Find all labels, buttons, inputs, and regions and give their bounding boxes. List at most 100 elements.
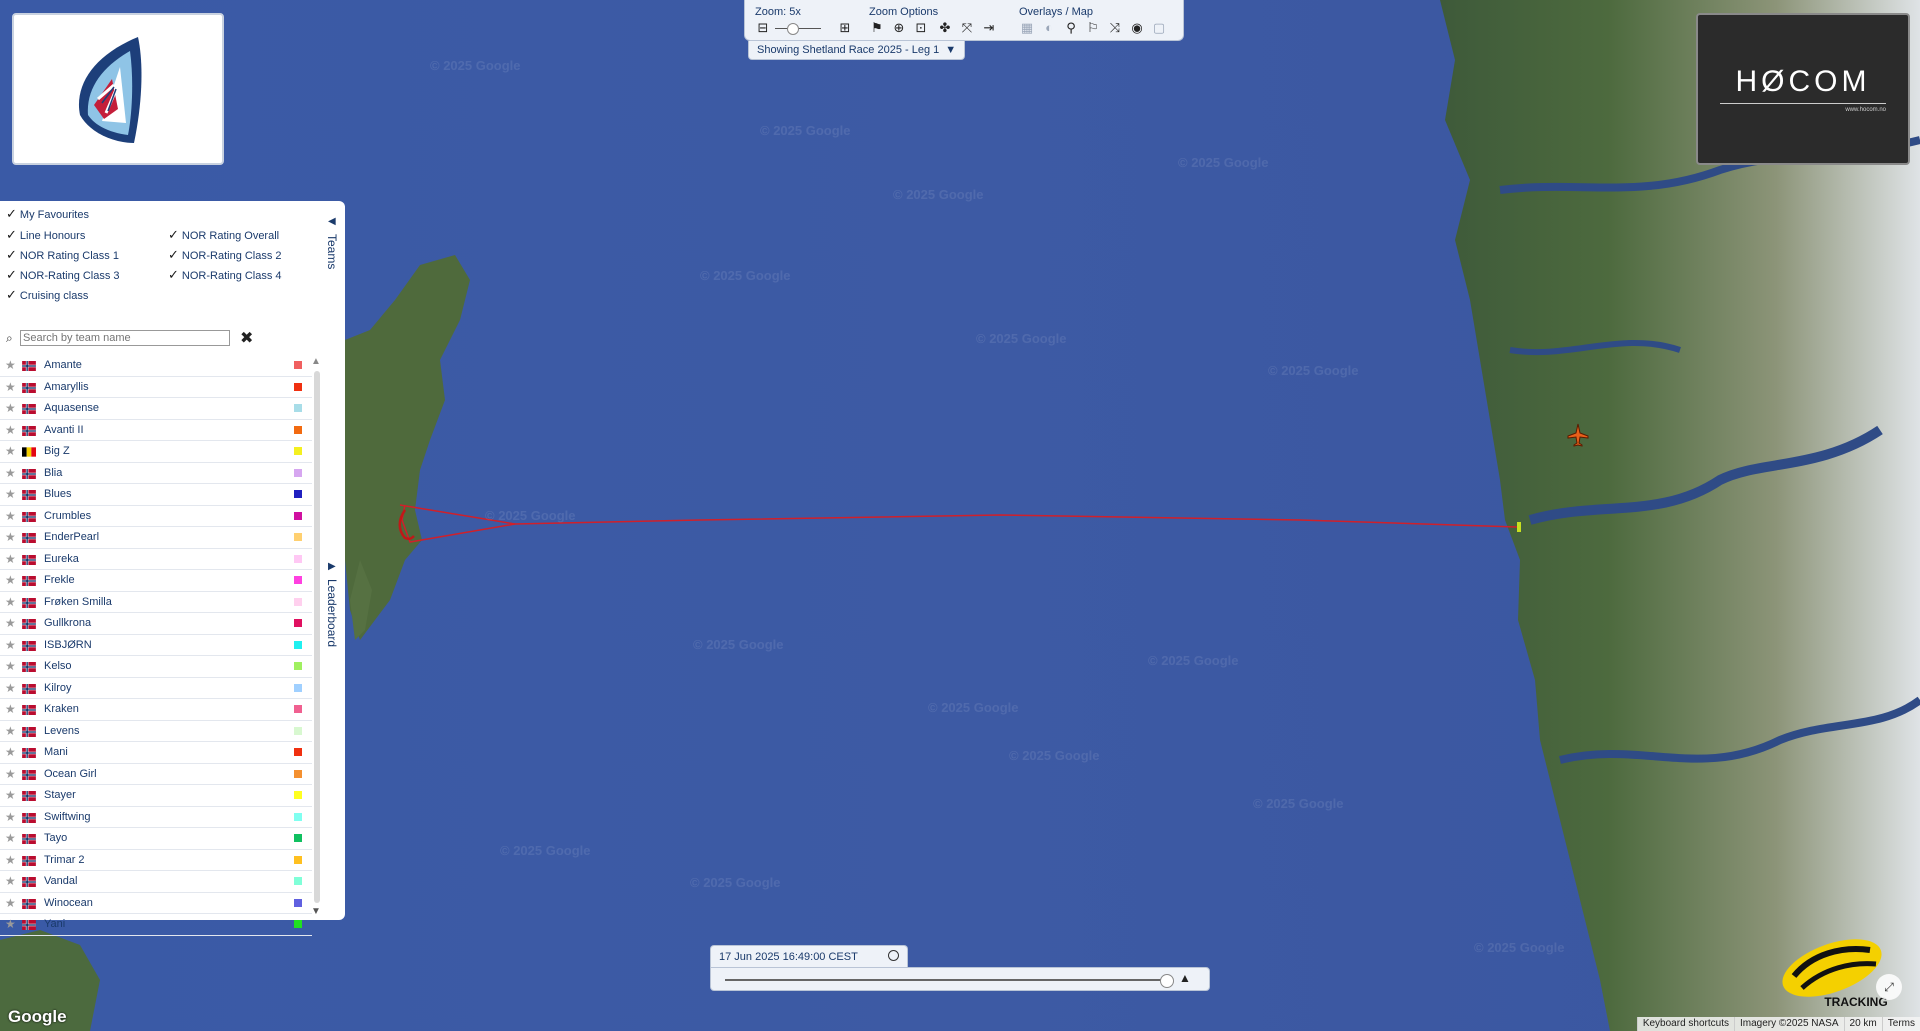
team-row[interactable]: ★ Vandal [0,871,312,893]
shuffle-icon[interactable]: ⤨ [1107,20,1123,36]
zoom-slider-handle[interactable] [787,23,799,35]
zoom-in-box-icon[interactable]: ⊕ [891,20,907,36]
star-icon[interactable]: ★ [5,401,16,415]
team-name[interactable]: Avanti II [44,424,84,436]
race-select[interactable]: Showing Shetland Race 2025 - Leg 1 ▼ [748,41,966,60]
team-name[interactable]: Mani [44,746,68,758]
team-name[interactable]: Kilroy [44,682,72,694]
team-name[interactable]: EnderPearl [44,531,99,543]
team-name[interactable]: Frøken Smilla [44,596,112,608]
zoom-selection-icon[interactable]: ⊡ [913,20,929,36]
star-icon[interactable]: ★ [5,874,16,888]
leaderboard-tab[interactable]: ▶ Leaderboard [322,561,344,701]
wind-overlay-icon[interactable]: ⚲ [1063,20,1079,36]
filter-nor-class-2[interactable]: ✓ NOR-Rating Class 2 [168,247,282,263]
terms-link[interactable]: Terms [1881,1017,1920,1031]
close-icon[interactable]: ✖ [240,328,253,348]
star-icon[interactable]: ★ [5,681,16,695]
team-color-swatch[interactable] [294,554,302,563]
chevron-up-icon[interactable]: ▲ [1179,971,1191,985]
team-name[interactable]: Crumbles [44,510,91,522]
team-name[interactable]: Amaryllis [44,381,89,393]
team-row[interactable]: ★ Frekle [0,570,312,592]
star-icon[interactable]: ★ [5,487,16,501]
star-icon[interactable]: ★ [5,659,16,673]
star-icon[interactable]: ★ [5,509,16,523]
star-icon[interactable]: ★ [5,767,16,781]
team-row[interactable]: ★ Big Z [0,441,312,463]
team-row[interactable]: ★ Kraken [0,699,312,721]
team-row[interactable]: ★ Amaryllis [0,377,312,398]
team-color-swatch[interactable] [294,812,302,821]
team-color-swatch[interactable] [294,898,302,907]
team-color-swatch[interactable] [294,877,302,885]
night-overlay-icon[interactable]: ◐ [1041,20,1057,36]
team-color-swatch[interactable] [294,662,302,670]
team-name[interactable]: Amante [44,359,82,371]
team-row[interactable]: ★ Winocean [0,893,312,914]
team-color-swatch[interactable] [294,533,302,541]
team-color-swatch[interactable] [294,404,302,412]
team-name[interactable]: Winocean [44,897,93,909]
filter-nor-class-1[interactable]: ✓ NOR Rating Class 1 [6,247,119,263]
team-color-swatch[interactable] [294,705,302,713]
star-icon[interactable]: ★ [5,702,16,716]
team-row[interactable]: ★ Ocean Girl [0,764,312,785]
zoom-fit-icon[interactable]: ⤧ [959,20,975,36]
team-color-swatch[interactable] [294,834,302,842]
team-color-swatch[interactable] [294,683,302,692]
team-name[interactable]: Stayer [44,789,76,801]
star-icon[interactable]: ★ [5,423,16,437]
team-name[interactable]: Ocean Girl [44,768,97,780]
team-name[interactable]: Tayo [44,832,67,844]
course-flags-icon[interactable]: ⚐ [1085,20,1101,36]
zoom-exit-icon[interactable]: ⇥ [981,20,997,36]
team-color-swatch[interactable] [294,361,302,369]
team-name[interactable]: Gullkrona [44,617,91,629]
zoom-out-button[interactable]: ⊟ [755,20,771,36]
team-name[interactable]: Yani [44,918,65,930]
star-icon[interactable]: ★ [5,638,16,652]
team-color-swatch[interactable] [294,597,302,606]
team-color-swatch[interactable] [294,791,302,799]
team-color-swatch[interactable] [294,726,302,735]
scroll-up-icon[interactable]: ▲ [311,356,321,367]
time-slider-track[interactable] [725,979,1171,981]
star-icon[interactable]: ★ [5,380,16,394]
team-color-swatch[interactable] [294,640,302,649]
finish-marker[interactable] [1517,522,1521,532]
star-icon[interactable]: ★ [5,616,16,630]
star-icon[interactable]: ★ [5,530,16,544]
team-row[interactable]: ★ Avanti II [0,420,312,441]
filter-line-honours[interactable]: ✓ Line Honours [6,227,85,243]
team-name[interactable]: Blia [44,467,62,479]
team-name[interactable]: Trimar 2 [44,854,85,866]
team-name[interactable]: Kelso [44,660,72,672]
team-row[interactable]: ★ Trimar 2 [0,850,312,871]
team-row[interactable]: ★ Yani [0,914,312,936]
team-name[interactable]: Swiftwing [44,811,90,823]
star-icon[interactable]: ★ [5,831,16,845]
star-icon[interactable]: ★ [5,745,16,759]
team-name[interactable]: ISBJØRN [44,639,92,651]
star-icon[interactable]: ★ [5,595,16,609]
team-row[interactable]: ★ Stayer [0,785,312,807]
team-row[interactable]: ★ Eureka [0,549,312,570]
filter-nor-class-3[interactable]: ✓ NOR-Rating Class 3 [6,267,120,283]
filter-cruising-class[interactable]: ✓ Cruising class [6,287,88,303]
star-icon[interactable]: ★ [5,466,16,480]
team-color-swatch[interactable] [294,447,302,455]
team-color-swatch[interactable] [294,855,302,864]
team-color-swatch[interactable] [294,920,302,928]
team-row[interactable]: ★ Mani [0,742,312,764]
team-color-swatch[interactable] [294,490,302,498]
team-row[interactable]: ★ Tayo [0,828,312,850]
team-row[interactable]: ★ Aquasense [0,398,312,420]
team-color-swatch[interactable] [294,511,302,520]
team-row[interactable]: ★ Gullkrona [0,613,312,635]
teams-tab[interactable]: ◀ Teams [322,216,344,336]
star-icon[interactable]: ★ [5,917,16,931]
team-name[interactable]: Big Z [44,445,70,457]
scroll-down-icon[interactable]: ▼ [311,906,321,917]
team-name[interactable]: Frekle [44,574,75,586]
